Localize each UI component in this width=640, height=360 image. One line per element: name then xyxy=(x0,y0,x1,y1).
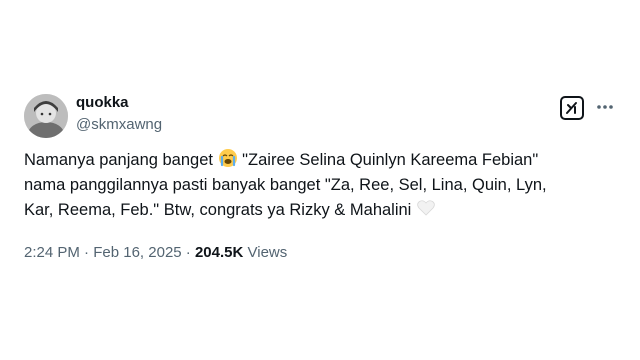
views-label: Views xyxy=(247,244,288,261)
tweet-meta: 2:24 PM · Feb 16, 2025 · 204.5K Views xyxy=(24,244,287,261)
grok-button[interactable] xyxy=(560,96,584,120)
tweet-line-2: nama panggilannya pasti banyak banget "Z… xyxy=(24,176,547,194)
white-heart-icon xyxy=(417,200,435,216)
meta-separator: · xyxy=(84,244,90,261)
meta-separator: · xyxy=(185,244,191,261)
tweet-line-3: Kar, Reema, Feb." Btw, congrats ya Rizky… xyxy=(24,198,614,223)
author-name[interactable]: quokka xyxy=(76,94,129,111)
grok-icon xyxy=(566,102,577,114)
tweet-text-part: Namanya panjang banget xyxy=(24,151,213,169)
more-icon xyxy=(597,105,613,109)
avatar[interactable] xyxy=(24,94,68,138)
tweet-date[interactable]: Feb 16, 2025 xyxy=(93,244,181,261)
loudly-crying-face-icon xyxy=(218,149,237,167)
avatar-image xyxy=(24,94,68,138)
tweet-text-part: "Zairee Selina Quinlyn Kareema Febian" xyxy=(242,151,539,169)
more-button[interactable] xyxy=(594,96,616,118)
tweet-text: Namanya panjang banget "Zairee Selina Qu… xyxy=(24,148,614,223)
views-count[interactable]: 204.5K xyxy=(195,244,243,261)
author-handle[interactable]: @skmxawng xyxy=(76,116,162,133)
tweet-line-1: Namanya panjang banget "Zairee Selina Qu… xyxy=(24,148,614,173)
tweet-card: quokka @skmxawng Namanya panjang banget xyxy=(18,90,628,270)
tweet-text-part: Kar, Reema, Feb." Btw, congrats ya Rizky… xyxy=(24,201,412,219)
tweet-time[interactable]: 2:24 PM xyxy=(24,244,80,261)
